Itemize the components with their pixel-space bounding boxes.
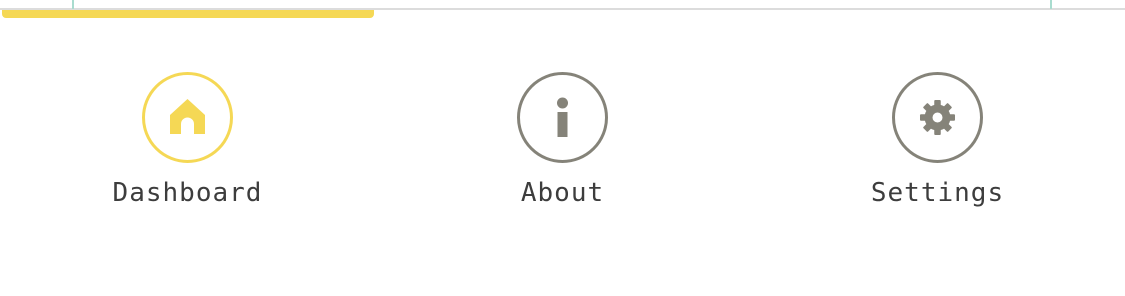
tab-settings[interactable]: Settings (750, 72, 1125, 212)
settings-icon-circle[interactable] (892, 72, 983, 163)
info-icon (557, 97, 568, 137)
tab-label-settings: Settings (870, 178, 1005, 208)
gear-icon (920, 100, 955, 135)
tab-label-about: About (520, 178, 605, 208)
tab-label-dashboard: Dashboard (112, 178, 263, 208)
dashboard-icon-circle[interactable] (142, 72, 233, 163)
home-icon (170, 99, 205, 134)
about-icon-circle[interactable] (517, 72, 608, 163)
tab-bar: Dashboard About Settings (0, 0, 1125, 296)
tab-dashboard[interactable]: Dashboard (0, 72, 375, 212)
tab-about[interactable]: About (375, 72, 750, 212)
